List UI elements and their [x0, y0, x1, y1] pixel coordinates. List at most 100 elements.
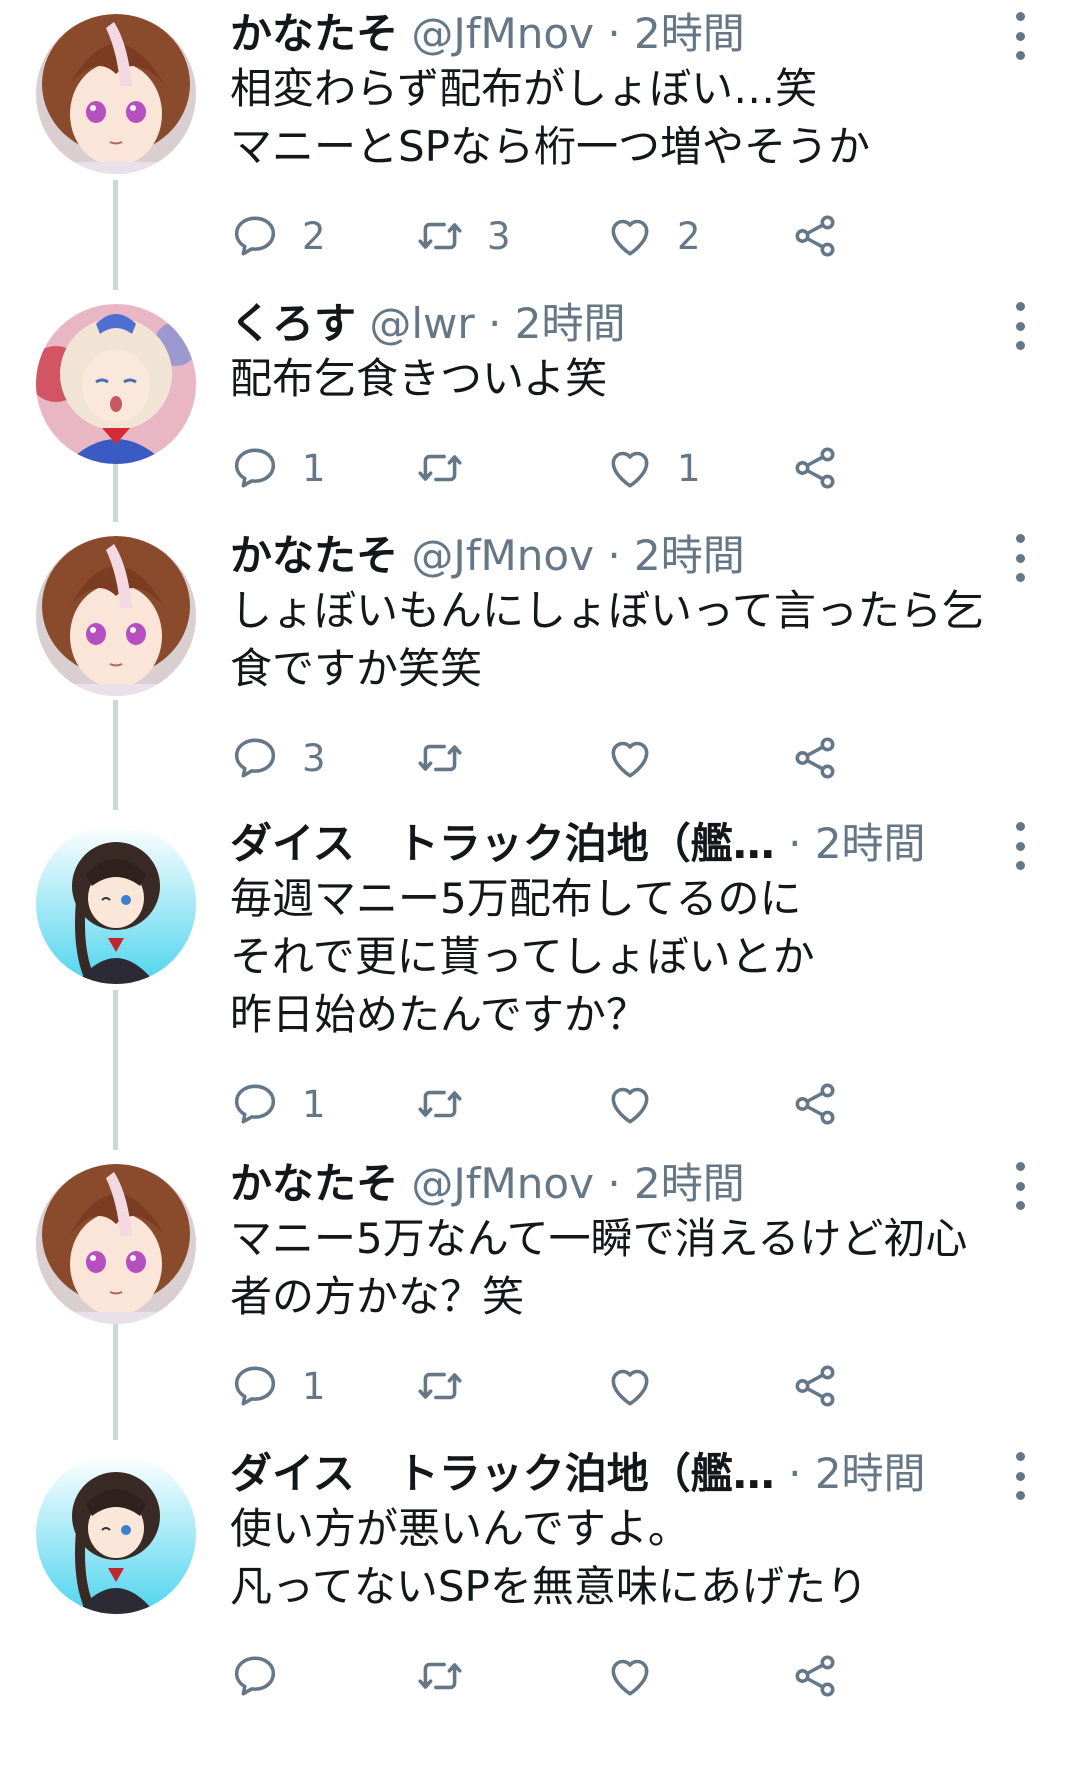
tweet[interactable]: かなたそ @JfMnov · 2時間 相変わらず配布がしょぼい…笑 マニーとSPなら…	[0, 0, 1080, 300]
retweet-button[interactable]	[415, 1074, 465, 1134]
tweet-text: 相変わらず配布がしょぼい…笑 マニーとSPなら桁一つ増やそうか	[230, 60, 1050, 176]
reply-count: 1	[302, 1364, 326, 1408]
more-vertical-icon[interactable]	[1000, 822, 1040, 870]
retweet-icon	[415, 1651, 465, 1701]
tweet-header: ダイス トラック泊地（艦… · 2時間	[230, 1446, 970, 1502]
avatar[interactable]	[36, 304, 196, 464]
like-button[interactable]: 1	[605, 438, 701, 498]
retweet-icon	[415, 1361, 465, 1411]
reply-icon	[230, 443, 280, 493]
more-vertical-icon[interactable]	[1000, 534, 1040, 582]
reply-icon	[230, 1651, 280, 1701]
share-button[interactable]	[790, 438, 840, 498]
user-handle[interactable]: @JfMnov	[411, 9, 594, 58]
reply-count: 1	[302, 1082, 326, 1126]
reply-button[interactable]: 1	[230, 438, 326, 498]
tweet-text: マニー5万なんて一瞬で消えるけど初心 者の方かな？笑	[230, 1210, 1050, 1326]
separator: ·	[488, 299, 502, 348]
tweet-header: かなたそ @JfMnov · 2時間	[230, 528, 970, 584]
tweet-text-line: しょぼいもんにしょぼいって言ったら乞	[230, 586, 984, 635]
display-name[interactable]: かなたそ	[230, 531, 398, 580]
reply-button[interactable]: 1	[230, 1356, 326, 1416]
separator: ·	[607, 9, 621, 58]
tweet-text-line: 毎週マニー5万配布してるのに	[230, 874, 802, 923]
reply-icon	[230, 1361, 280, 1411]
tweet-header: かなたそ @JfMnov · 2時間	[230, 6, 970, 62]
like-button[interactable]	[605, 1356, 655, 1416]
action-bar: 11	[230, 438, 930, 498]
retweet-button[interactable]	[415, 728, 465, 788]
tweet-text-line: 相変わらず配布がしょぼい…笑	[230, 64, 818, 113]
separator: ·	[607, 531, 621, 580]
user-handle[interactable]: @JfMnov	[411, 1159, 594, 1208]
tweet-header: ダイス トラック泊地（艦… · 2時間	[230, 816, 970, 872]
action-bar: 1	[230, 1074, 930, 1134]
display-name[interactable]: ダイス トラック泊地（艦…	[230, 816, 775, 872]
avatar[interactable]	[36, 1454, 196, 1614]
share-icon	[790, 1361, 840, 1411]
more-vertical-icon[interactable]	[1000, 1162, 1040, 1210]
action-bar	[230, 1646, 930, 1706]
display-name[interactable]: くろす	[230, 299, 356, 348]
share-button[interactable]	[790, 728, 840, 788]
display-name[interactable]: ダイス トラック泊地（艦…	[230, 1446, 775, 1502]
share-icon	[790, 1079, 840, 1129]
timestamp[interactable]: 2時間	[634, 1159, 745, 1208]
share-button[interactable]	[790, 206, 840, 266]
action-bar: 2 3 2	[230, 206, 930, 266]
display-name[interactable]: かなたそ	[230, 9, 398, 58]
timestamp[interactable]: 2時間	[634, 531, 745, 580]
reply-button[interactable]: 2	[230, 206, 326, 266]
more-vertical-icon[interactable]	[1000, 1452, 1040, 1500]
user-handle[interactable]: @lwr	[369, 299, 474, 348]
tweet[interactable]: かなたそ @JfMnov · 2時間 しょぼいもんにしょぼいって言ったら乞 食ですか…	[0, 522, 1080, 822]
timestamp[interactable]: 2時間	[815, 819, 926, 868]
like-icon	[605, 1079, 655, 1129]
retweet-button[interactable]	[415, 1646, 465, 1706]
retweet-button[interactable]	[415, 1356, 465, 1416]
retweet-icon	[415, 443, 465, 493]
timestamp[interactable]: 2時間	[815, 1449, 926, 1498]
reply-button[interactable]	[230, 1646, 280, 1706]
tweet[interactable]: ダイス トラック泊地（艦… · 2時間 毎週マニー5万配布してるのに それで更に貰っ…	[0, 810, 1080, 1126]
like-button[interactable]	[605, 728, 655, 788]
display-name[interactable]: かなたそ	[230, 1159, 398, 1208]
avatar[interactable]	[36, 1164, 196, 1324]
like-icon	[605, 1361, 655, 1411]
more-vertical-icon[interactable]	[1000, 302, 1040, 350]
avatar[interactable]	[36, 824, 196, 984]
tweet-text-line: 者の方かな？笑	[230, 1272, 525, 1321]
like-count: 1	[677, 446, 701, 490]
avatar[interactable]	[36, 536, 196, 696]
retweet-button[interactable]	[415, 438, 465, 498]
tweet[interactable]: ダイス トラック泊地（艦… · 2時間 使い方が悪いんですよ。凡ってないSPを無意…	[0, 1440, 1080, 1740]
tweet-text-line: それで更に貰ってしょぼいとか	[230, 932, 815, 981]
share-button[interactable]	[790, 1356, 840, 1416]
reply-count: 3	[302, 736, 326, 780]
reply-icon	[230, 1079, 280, 1129]
like-button[interactable]	[605, 1074, 655, 1134]
tweet-text-line: 食ですか笑笑	[230, 644, 483, 693]
share-button[interactable]	[790, 1074, 840, 1134]
reply-count: 1	[302, 446, 326, 490]
reply-button[interactable]: 3	[230, 728, 326, 788]
reply-button[interactable]: 1	[230, 1074, 326, 1134]
tweet-text: 配布乞食きついよ笑	[230, 350, 1050, 408]
reply-icon	[230, 211, 280, 261]
tweet-text-line: 使い方が悪いんですよ。	[230, 1504, 690, 1553]
like-button[interactable]: 2	[605, 206, 701, 266]
like-button[interactable]	[605, 1646, 655, 1706]
like-icon	[605, 733, 655, 783]
timestamp[interactable]: 2時間	[634, 9, 745, 58]
share-icon	[790, 733, 840, 783]
share-icon	[790, 443, 840, 493]
timestamp[interactable]: 2時間	[515, 299, 626, 348]
share-button[interactable]	[790, 1646, 840, 1706]
more-vertical-icon[interactable]	[1000, 12, 1040, 60]
share-icon	[790, 211, 840, 261]
retweet-button[interactable]: 3	[415, 206, 511, 266]
user-handle[interactable]: @JfMnov	[411, 531, 594, 580]
tweet[interactable]: かなたそ @JfMnov · 2時間 マニー5万なんて一瞬で消えるけど初心 者の方か…	[0, 1150, 1080, 1450]
tweet-text-line: 凡ってないSPを無意味にあげたり	[230, 1562, 868, 1611]
avatar[interactable]	[36, 14, 196, 174]
